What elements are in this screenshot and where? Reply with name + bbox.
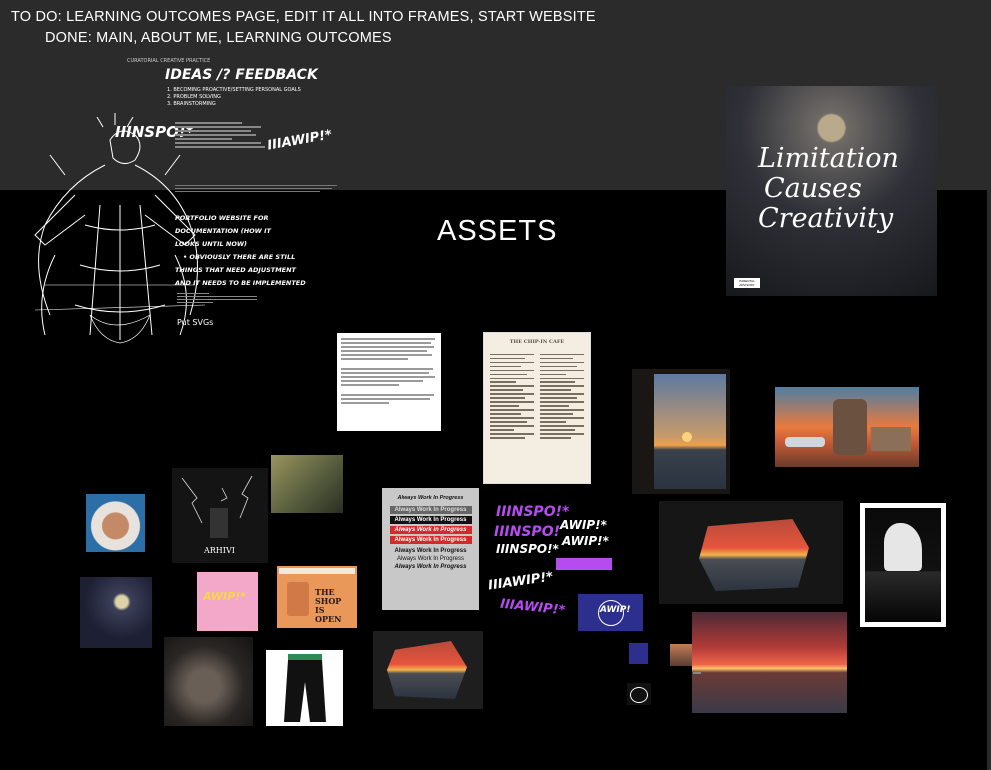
sketch-list-item: 3. BRAINSTORMING [167, 101, 216, 107]
awip-row: Always Work In Progress [389, 526, 472, 534]
moon-small-image[interactable] [80, 577, 152, 648]
navy-awip-label: AWIP! [600, 605, 631, 615]
trousers-image[interactable] [266, 650, 343, 726]
ocean-sunset-image[interactable] [692, 612, 847, 713]
pink-awip-poster[interactable]: AWIP!* [197, 572, 258, 631]
sketch-portfolio-line: • OBVIOUSLY THERE ARE STILL [183, 253, 296, 261]
sketch-list-item: 1. BECOMING PROACTIVE/SETTING PERSONAL G… [167, 87, 301, 93]
todo-note: TO DO: LEARNING OUTCOMES PAGE, EDIT IT A… [11, 9, 596, 25]
fur-hood-portrait[interactable] [86, 494, 145, 552]
sticker-bar [556, 558, 612, 570]
tiny-thumbnail[interactable] [629, 643, 648, 664]
sticker-awip: AWIP!* [560, 518, 607, 532]
cave-sunset-large[interactable] [659, 501, 843, 604]
trousers-icon [284, 654, 326, 722]
album-title-line: Causes [764, 173, 862, 204]
sketch-portfolio-line: PORTFOLIO WEBSITE FOR [175, 214, 269, 222]
sketch-portfolio-line: DOCUMENTATION (HOW IT [175, 227, 271, 235]
sketch-collage[interactable]: CURATORIAL CREATIVE PRACTICE IDEAS /? FE… [15, 55, 345, 350]
awip-type-sheet[interactable]: Always Work In Progress Always Work In P… [382, 488, 479, 610]
sketch-footer-lines [177, 291, 257, 305]
tiny-awip-thumbnail[interactable] [627, 683, 651, 705]
tiny-caption [693, 672, 701, 674]
navy-awip-image[interactable]: AWIP! [578, 594, 643, 631]
frame-title: ASSETS [437, 215, 558, 247]
parental-advisory-badge: PARENTAL ADVISORY [734, 278, 760, 288]
awip-row: Always Work In Progress [397, 556, 464, 562]
sticker-inspo: IIINSPO! [494, 524, 560, 540]
sketch-portfolio: PORTFOLIO WEBSITE FOR DOCUMENTATION (HOW… [175, 212, 306, 290]
sticker-awip: IIIAWIP!* [499, 596, 566, 619]
shop-open-image[interactable]: THE SHOP IS OPEN [277, 566, 357, 628]
sketch-notes-lines [175, 120, 270, 150]
arhivi-label: ARHIVI [204, 546, 235, 555]
sketch-header: IDEAS /? FEEDBACK [165, 67, 318, 83]
sketch-svg-note: Put SVGs [177, 318, 214, 327]
green-portrait-image[interactable] [271, 455, 343, 513]
sketch-portfolio-line: AND IT NEEDS TO BE IMPLEMENTED [175, 279, 306, 287]
cafe-menu-image[interactable]: THE CHIP-IN CAFE [483, 332, 591, 484]
sticker-awip: AWIP!* [562, 534, 609, 548]
album-cover[interactable]: Limitation Causes Creativity PARENTAL AD… [726, 86, 937, 296]
sketch-paragraph [175, 183, 340, 194]
desert-collage-image[interactable] [775, 387, 919, 467]
sketch-portfolio-line: LOOKS UNTIL NOW) [175, 240, 248, 248]
awip-heading: Always Work In Progress [397, 495, 464, 501]
album-title-line: Creativity [758, 203, 894, 234]
album-title: Limitation Causes Creativity [758, 144, 899, 234]
sketch-list: 1. BECOMING PROACTIVE/SETTING PERSONAL G… [167, 87, 301, 108]
awip-row: Always Work In Progress [394, 548, 467, 554]
awip-row: Always Work In Progress [389, 516, 472, 524]
sketch-portfolio-line: THINGS THAT NEED ADJUSTMENT [175, 266, 296, 274]
sticker-inspo: IIINSPO!* [496, 504, 570, 520]
awip-row: Always Work In Progress [394, 564, 467, 570]
shop-title: THE SHOP IS OPEN [315, 587, 342, 624]
sketch-list-item: 2. PROBLEM SOLVING [167, 94, 221, 100]
sunset-doorway-image[interactable] [632, 369, 730, 494]
awip-row: Always Work In Progress [389, 506, 472, 514]
sketch-small-header: CURATORIAL CREATIVE PRACTICE [127, 58, 211, 64]
arhivi-image[interactable]: ARHIVI [172, 468, 268, 563]
done-note: DONE: MAIN, ABOUT ME, LEARNING OUTCOMES [45, 30, 392, 46]
text-document-image[interactable] [337, 333, 441, 431]
poster-text: AWIP!* [203, 590, 246, 603]
awip-row: Always Work In Progress [389, 536, 472, 544]
hands-image[interactable] [164, 637, 253, 726]
album-title-line: Limitation [758, 143, 899, 174]
sticker-awip: IIIAWIP!* [487, 569, 555, 594]
sticker-inspo: IIINSPO!* [496, 542, 559, 556]
sea-arch-image[interactable] [860, 503, 946, 627]
cave-sunset-small[interactable] [373, 631, 483, 709]
